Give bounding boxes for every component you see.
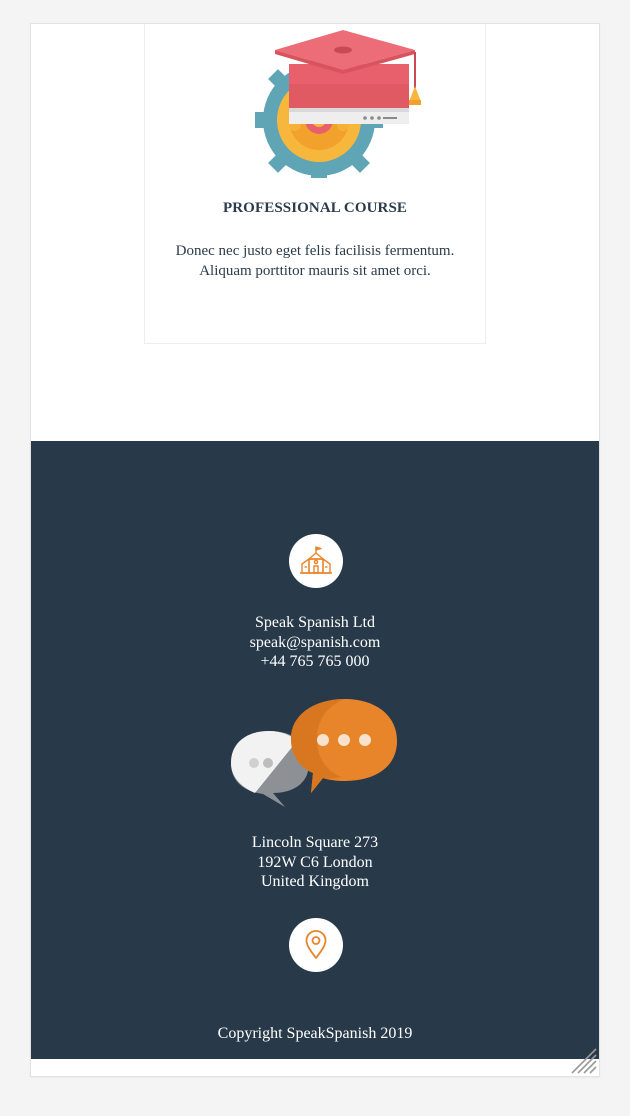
address-line-2: 192W C6 London — [257, 853, 373, 871]
footer: Speak Spanish Ltd speak@spanish.com +44 … — [31, 441, 599, 1059]
orange-speech-bubble — [291, 699, 397, 793]
address-line-3: United Kingdom — [261, 873, 369, 890]
contact-phone[interactable]: +44 765 765 000 — [115, 652, 515, 672]
school-icon-badge — [289, 534, 343, 588]
company-name: Speak Spanish Ltd — [255, 614, 375, 631]
chat-bubbles-icon — [231, 699, 397, 807]
course-title: PROFESSIONAL COURSE — [222, 200, 408, 216]
school-building-icon — [300, 546, 332, 574]
course-description: Donec nec justo eget felis facilisis fer… — [175, 243, 455, 279]
copyright-text: Copyright SpeakSpanish 2019 — [217, 1025, 413, 1042]
address-line-1: Lincoln Square 273 — [251, 834, 379, 851]
contact-info: Speak Spanish Ltd speak@spanish.com +44 … — [115, 613, 515, 672]
graduation-cap-gear-icon — [255, 30, 421, 178]
resize-handle-icon[interactable] — [569, 1046, 597, 1074]
email-frame: PROFESSIONAL COURSE Donec nec justo eget… — [31, 24, 599, 1076]
location-icon-badge — [289, 918, 343, 972]
location-pin-icon — [305, 930, 327, 959]
address-info: Lincoln Square 273 192W C6 London United… — [115, 833, 515, 892]
graduation-cap — [275, 30, 421, 124]
contact-email[interactable]: speak@spanish.com — [115, 633, 515, 653]
